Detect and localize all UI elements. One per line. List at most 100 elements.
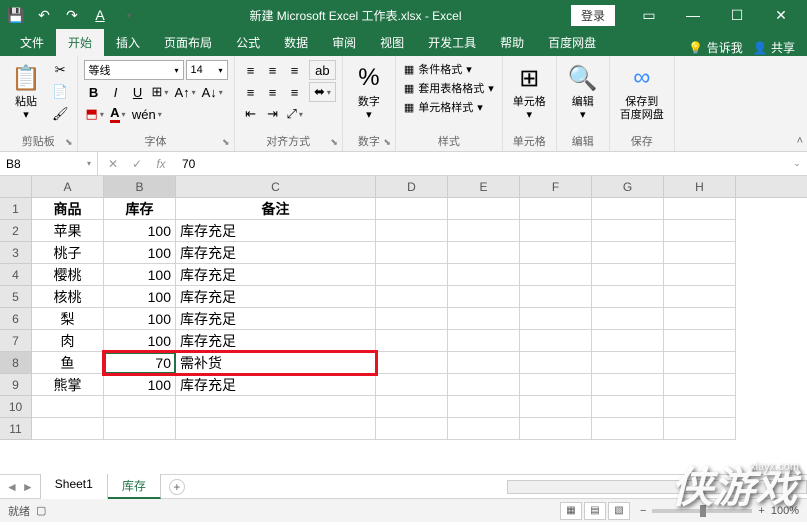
cell-B11[interactable] bbox=[104, 418, 176, 440]
cell-F7[interactable] bbox=[520, 330, 592, 352]
cell-G5[interactable] bbox=[592, 286, 664, 308]
cell-H3[interactable] bbox=[664, 242, 736, 264]
cell-F3[interactable] bbox=[520, 242, 592, 264]
cell-C9[interactable]: 库存充足 bbox=[176, 374, 376, 396]
cell-A1[interactable]: 商品 bbox=[32, 198, 104, 220]
row-header[interactable]: 11 bbox=[0, 418, 32, 440]
font-name-select[interactable]: 等线▾ bbox=[84, 60, 184, 80]
cell-H6[interactable] bbox=[664, 308, 736, 330]
indent-increase-icon[interactable]: ⇥ bbox=[263, 104, 283, 124]
formula-bar[interactable]: 70 bbox=[176, 157, 787, 171]
bold-button[interactable]: B bbox=[84, 82, 104, 102]
font-color-qat-icon[interactable]: A bbox=[88, 3, 112, 27]
font-dialog-icon[interactable]: ⬊ bbox=[222, 137, 230, 148]
sheet-tab-库存[interactable]: 库存 bbox=[108, 474, 161, 499]
cell-F9[interactable] bbox=[520, 374, 592, 396]
cell-A3[interactable]: 桃子 bbox=[32, 242, 104, 264]
cell-G4[interactable] bbox=[592, 264, 664, 286]
cell-G8[interactable] bbox=[592, 352, 664, 374]
expand-formula-icon[interactable]: ⌄ bbox=[787, 158, 807, 169]
clipboard-dialog-icon[interactable]: ⬊ bbox=[65, 137, 73, 148]
cell-D2[interactable] bbox=[376, 220, 448, 242]
cell-E6[interactable] bbox=[448, 308, 520, 330]
cell-D8[interactable] bbox=[376, 352, 448, 374]
macro-record-icon[interactable]: ▢ bbox=[36, 504, 46, 517]
cell-F8[interactable] bbox=[520, 352, 592, 374]
sheet-next-icon[interactable]: ► bbox=[22, 480, 34, 494]
cell-H7[interactable] bbox=[664, 330, 736, 352]
row-header[interactable]: 9 bbox=[0, 374, 32, 396]
cell-F6[interactable] bbox=[520, 308, 592, 330]
cells-button[interactable]: ⊞ 单元格▾ bbox=[509, 60, 550, 124]
merge-button[interactable]: ⬌ bbox=[309, 82, 336, 102]
editing-button[interactable]: 🔍 编辑▾ bbox=[563, 60, 603, 124]
sheet-prev-icon[interactable]: ◄ bbox=[6, 480, 18, 494]
align-right-icon[interactable]: ≡ bbox=[285, 82, 305, 102]
qat-more-icon[interactable] bbox=[116, 3, 140, 27]
cell-D7[interactable] bbox=[376, 330, 448, 352]
zoom-in-icon[interactable]: + bbox=[758, 505, 764, 517]
tab-开发工具[interactable]: 开发工具 bbox=[416, 29, 488, 56]
cell-B2[interactable]: 100 bbox=[104, 220, 176, 242]
zoom-slider[interactable] bbox=[652, 509, 752, 513]
cell-F11[interactable] bbox=[520, 418, 592, 440]
cell-B10[interactable] bbox=[104, 396, 176, 418]
align-middle-icon[interactable]: ≡ bbox=[263, 60, 283, 80]
cell-E11[interactable] bbox=[448, 418, 520, 440]
tab-开始[interactable]: 开始 bbox=[56, 29, 104, 56]
align-dialog-icon[interactable]: ⬊ bbox=[330, 137, 338, 148]
name-box[interactable]: B8▾ bbox=[0, 152, 98, 175]
cell-B9[interactable]: 100 bbox=[104, 374, 176, 396]
col-header-D[interactable]: D bbox=[376, 176, 448, 197]
row-header[interactable]: 5 bbox=[0, 286, 32, 308]
save-icon[interactable]: 💾 bbox=[4, 3, 28, 27]
cell-G6[interactable] bbox=[592, 308, 664, 330]
tab-文件[interactable]: 文件 bbox=[8, 29, 56, 56]
cell-B4[interactable]: 100 bbox=[104, 264, 176, 286]
normal-view-icon[interactable]: ▦ bbox=[560, 502, 582, 520]
zoom-out-icon[interactable]: − bbox=[640, 505, 646, 517]
tab-数据[interactable]: 数据 bbox=[272, 29, 320, 56]
sheet-tab-Sheet1[interactable]: Sheet1 bbox=[41, 474, 108, 499]
fx-icon[interactable]: fx bbox=[150, 153, 172, 175]
cell-E2[interactable] bbox=[448, 220, 520, 242]
cell-A10[interactable] bbox=[32, 396, 104, 418]
cell-E7[interactable] bbox=[448, 330, 520, 352]
col-header-E[interactable]: E bbox=[448, 176, 520, 197]
phonetic-button[interactable]: wén bbox=[130, 104, 164, 124]
row-header[interactable]: 8 bbox=[0, 352, 32, 374]
border-button[interactable]: ⊞ bbox=[150, 82, 171, 102]
cell-A7[interactable]: 肉 bbox=[32, 330, 104, 352]
close-icon[interactable]: ✕ bbox=[759, 0, 803, 30]
cell-E1[interactable] bbox=[448, 198, 520, 220]
cell-C1[interactable]: 备注 bbox=[176, 198, 376, 220]
number-dialog-icon[interactable]: ⬊ bbox=[383, 137, 391, 148]
cell-D10[interactable] bbox=[376, 396, 448, 418]
page-layout-view-icon[interactable]: ▤ bbox=[584, 502, 606, 520]
tab-百度网盘[interactable]: 百度网盘 bbox=[536, 29, 608, 56]
paste-button[interactable]: 📋 粘贴▾ bbox=[6, 60, 46, 124]
tellme-button[interactable]: 💡 告诉我 bbox=[688, 39, 742, 56]
cell-styles-button[interactable]: ▦单元格样式 ▾ bbox=[402, 98, 496, 116]
horizontal-scrollbar[interactable] bbox=[507, 480, 807, 494]
tab-公式[interactable]: 公式 bbox=[224, 29, 272, 56]
row-header[interactable]: 1 bbox=[0, 198, 32, 220]
cell-F10[interactable] bbox=[520, 396, 592, 418]
align-left-icon[interactable]: ≡ bbox=[241, 82, 261, 102]
cell-F2[interactable] bbox=[520, 220, 592, 242]
col-header-C[interactable]: C bbox=[176, 176, 376, 197]
cell-B7[interactable]: 100 bbox=[104, 330, 176, 352]
cell-A4[interactable]: 樱桃 bbox=[32, 264, 104, 286]
cell-D5[interactable] bbox=[376, 286, 448, 308]
login-button[interactable]: 登录 bbox=[571, 5, 615, 26]
cell-D11[interactable] bbox=[376, 418, 448, 440]
cell-G7[interactable] bbox=[592, 330, 664, 352]
cell-G9[interactable] bbox=[592, 374, 664, 396]
cell-E10[interactable] bbox=[448, 396, 520, 418]
indent-decrease-icon[interactable]: ⇤ bbox=[241, 104, 261, 124]
cell-D3[interactable] bbox=[376, 242, 448, 264]
cell-H9[interactable] bbox=[664, 374, 736, 396]
table-format-button[interactable]: ▦套用表格格式 ▾ bbox=[402, 79, 496, 97]
row-header[interactable]: 10 bbox=[0, 396, 32, 418]
font-size-select[interactable]: 14▾ bbox=[186, 60, 228, 80]
